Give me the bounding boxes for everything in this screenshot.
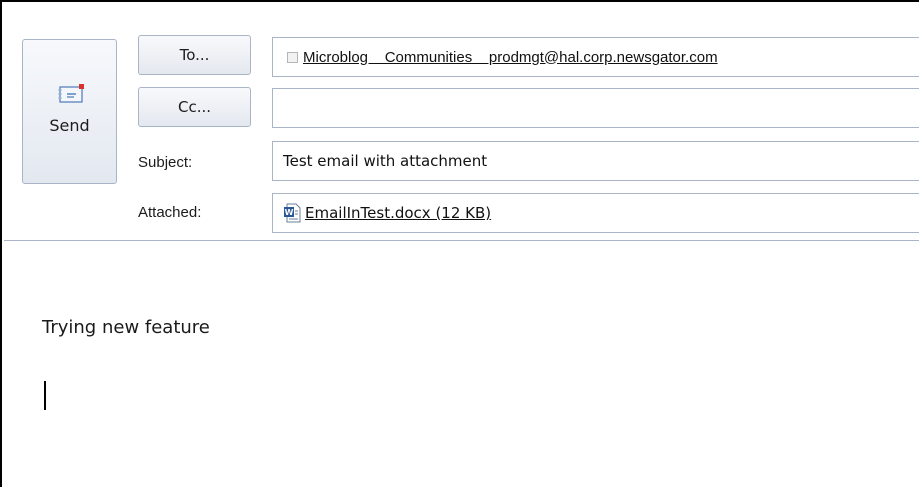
compose-header: Send To... Cc... Subject: Attached: Micr…: [4, 4, 919, 240]
attached-field[interactable]: W EmailInTest.docx (12 KB): [272, 193, 919, 233]
word-document-icon: W: [284, 203, 301, 223]
subject-field[interactable]: Test email with attachment: [272, 141, 919, 181]
svg-text:W: W: [285, 208, 294, 217]
recipient-chip[interactable]: Microblog Communities prodmgt@hal.corp.n…: [273, 49, 718, 66]
subject-value: Test email with attachment: [283, 152, 488, 170]
message-text: Trying new feature: [42, 317, 210, 338]
send-label: Send: [49, 116, 90, 135]
envelope-send-icon: [58, 84, 84, 103]
attachment-name: EmailInTest.docx (12 KB): [305, 204, 492, 222]
recipient-name: Microblog Communities prodmgt@hal.corp.n…: [303, 48, 718, 66]
recipient-checkbox-icon: [287, 51, 298, 63]
to-field[interactable]: Microblog Communities prodmgt@hal.corp.n…: [272, 37, 919, 77]
attachment-item[interactable]: W EmailInTest.docx (12 KB): [273, 203, 491, 223]
message-body[interactable]: Trying new feature: [4, 241, 919, 487]
cc-button[interactable]: Cc...: [138, 87, 251, 127]
attached-label: Attached:: [138, 204, 202, 221]
cc-field[interactable]: [272, 88, 919, 128]
subject-label: Subject:: [138, 154, 193, 171]
send-button[interactable]: Send: [22, 39, 117, 184]
to-button[interactable]: To...: [138, 35, 251, 75]
compose-window: Send To... Cc... Subject: Attached: Micr…: [0, 0, 919, 487]
text-cursor: [44, 381, 46, 410]
